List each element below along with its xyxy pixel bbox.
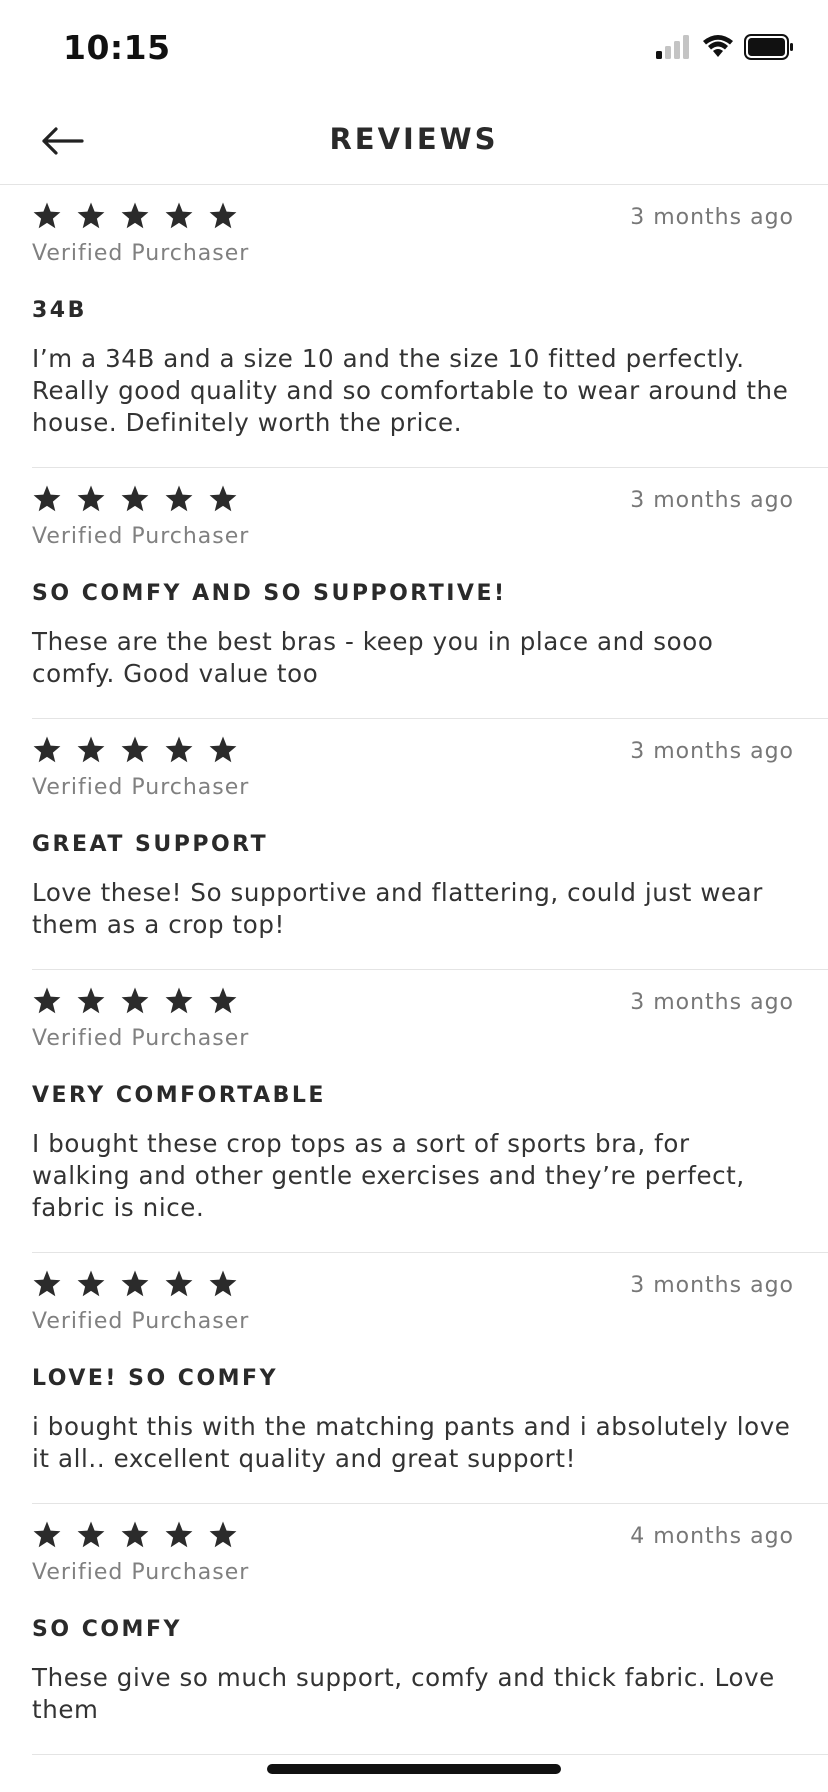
review-body: i bought this with the matching pants an… [32, 1412, 791, 1473]
battery-icon [744, 34, 793, 60]
star-rating [32, 986, 238, 1016]
review-title: GREAT SUPPORT [32, 832, 269, 857]
star-icon [209, 1521, 237, 1548]
star-icon [165, 485, 193, 512]
review-item: 3 months ago Verified Purchaser LOVE! SO C… [32, 1253, 828, 1504]
star-icon [121, 987, 149, 1014]
review-body: These are the best bras - keep you in pl… [32, 627, 714, 688]
star-icon [77, 1270, 105, 1297]
star-icon [209, 1270, 237, 1297]
star-icon [165, 1521, 193, 1548]
review-item: 3 months ago Verified Purchaser SO COMFY A… [32, 468, 828, 719]
review-date: 3 months ago [630, 488, 794, 513]
star-icon [77, 485, 105, 512]
wifi-icon [703, 35, 733, 57]
signal-icon [656, 35, 689, 59]
star-icon [121, 485, 149, 512]
star-icon [121, 1270, 149, 1297]
star-icon [165, 1270, 193, 1297]
star-icon [209, 485, 237, 512]
review-header: 3 months ago [32, 1269, 828, 1305]
review-body: Love these! So supportive and flattering… [32, 878, 763, 939]
page-title: REVIEWS [329, 122, 499, 156]
review-body: I bought these crop tops as a sort of sp… [32, 1129, 745, 1222]
status-bar: 10:15 [0, 0, 828, 100]
review-title: VERY COMFORTABLE [32, 1083, 326, 1108]
review-header: 3 months ago [32, 986, 828, 1022]
review-header: 3 months ago [32, 484, 828, 520]
verified-purchaser-label: Verified Purchaser [32, 1026, 250, 1051]
reviews-list: 3 months ago Verified Purchaser 34B I’m a 3… [0, 185, 828, 1755]
star-icon [165, 202, 193, 229]
status-icons [656, 34, 794, 60]
star-icon [209, 736, 237, 763]
review-date: 3 months ago [630, 1273, 794, 1298]
star-icon [77, 736, 105, 763]
review-title: SO COMFY AND SO SUPPORTIVE! [32, 581, 507, 606]
star-icon [33, 1270, 61, 1297]
star-icon [121, 736, 149, 763]
review-body: I’m a 34B and a size 10 and the size 10 … [32, 344, 789, 437]
review-title: 34B [32, 298, 87, 323]
header: REVIEWS [0, 100, 828, 185]
star-icon [77, 1521, 105, 1548]
review-item: 3 months ago Verified Purchaser GREAT SUPP… [32, 719, 828, 970]
star-rating [32, 201, 238, 231]
review-item: 4 months ago Verified Purchaser SO COMFY Th… [32, 1504, 828, 1755]
review-date: 4 months ago [630, 1524, 794, 1549]
review-title: SO COMFY [32, 1617, 182, 1642]
star-icon [209, 202, 237, 229]
verified-purchaser-label: Verified Purchaser [32, 524, 250, 549]
star-icon [77, 202, 105, 229]
star-rating [32, 735, 238, 765]
review-header: 3 months ago [32, 735, 828, 771]
star-rating [32, 1269, 238, 1299]
star-icon [33, 1521, 61, 1548]
star-icon [209, 987, 237, 1014]
review-body: These give so much support, comfy and th… [32, 1663, 775, 1724]
home-indicator [267, 1764, 561, 1774]
review-header: 4 months ago [32, 1520, 828, 1556]
star-icon [33, 485, 61, 512]
star-icon [33, 202, 61, 229]
star-icon [33, 987, 61, 1014]
star-icon [77, 987, 105, 1014]
verified-purchaser-label: Verified Purchaser [32, 241, 250, 266]
star-icon [33, 736, 61, 763]
star-icon [165, 987, 193, 1014]
star-icon [121, 1521, 149, 1548]
review-item: 3 months ago Verified Purchaser VERY COMFO… [32, 970, 828, 1253]
review-date: 3 months ago [630, 990, 794, 1015]
verified-purchaser-label: Verified Purchaser [32, 1560, 250, 1585]
verified-purchaser-label: Verified Purchaser [32, 1309, 250, 1334]
review-header: 3 months ago [32, 201, 828, 237]
review-title: LOVE! SO COMFY [32, 1366, 278, 1391]
review-date: 3 months ago [630, 205, 794, 230]
star-icon [121, 202, 149, 229]
review-date: 3 months ago [630, 739, 794, 764]
star-rating [32, 1520, 238, 1550]
verified-purchaser-label: Verified Purchaser [32, 775, 250, 800]
star-icon [165, 736, 193, 763]
status-time: 10:15 [63, 28, 171, 67]
star-rating [32, 484, 238, 514]
review-item: 3 months ago Verified Purchaser 34B I’m a 3… [32, 185, 828, 468]
